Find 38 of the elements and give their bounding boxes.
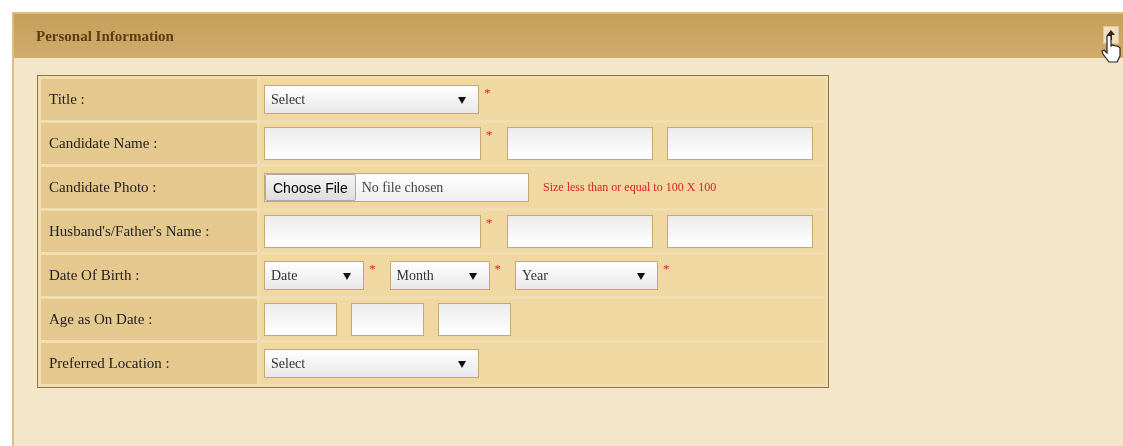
file-input[interactable]: Choose File No file chosen — [264, 173, 529, 202]
text-input[interactable] — [506, 215, 653, 248]
select-dropdown[interactable]: Year — [515, 261, 658, 290]
required-asterisk: * — [486, 215, 493, 231]
dropdown-arrow-icon — [637, 271, 645, 280]
dropdown-arrow-icon — [343, 271, 351, 280]
panel-title: Personal Information — [36, 27, 174, 45]
text-input[interactable] — [506, 127, 653, 160]
dropdown-arrow-icon — [458, 359, 466, 368]
select-dropdown[interactable]: Month — [389, 261, 490, 290]
select-dropdown[interactable]: Select — [264, 85, 479, 114]
field-label: Candidate Photo : — [41, 167, 257, 208]
hand-cursor-icon — [1101, 34, 1123, 64]
text-input[interactable] — [264, 303, 337, 336]
text-input[interactable] — [666, 215, 813, 248]
select-dropdown[interactable]: Date — [264, 261, 364, 290]
text-input[interactable] — [351, 303, 424, 336]
size-hint: Size less than or equal to 100 X 100 — [543, 180, 717, 195]
required-asterisk: * — [484, 85, 491, 101]
field-label: Candidate Name : — [41, 123, 257, 164]
dropdown-arrow-icon — [468, 271, 477, 280]
text-input[interactable] — [264, 127, 481, 160]
dropdown-arrow-icon — [458, 95, 466, 104]
required-asterisk: * — [486, 127, 493, 143]
field-label: Date Of Birth : — [41, 255, 257, 296]
required-asterisk: * — [369, 261, 376, 277]
file-status: No file chosen — [360, 179, 444, 196]
choose-file-button[interactable]: Choose File — [265, 174, 356, 201]
select-dropdown[interactable]: Select — [264, 349, 479, 378]
field-label: Title : — [41, 79, 257, 120]
required-asterisk: * — [494, 261, 501, 277]
text-input[interactable] — [264, 215, 481, 248]
text-input[interactable] — [666, 127, 813, 160]
text-input[interactable] — [438, 303, 511, 336]
field-label: Preferred Location : — [41, 343, 257, 384]
required-asterisk: * — [663, 261, 670, 277]
field-label: Husband's/Father's Name : — [41, 211, 257, 252]
field-label: Age as On Date : — [41, 299, 257, 340]
